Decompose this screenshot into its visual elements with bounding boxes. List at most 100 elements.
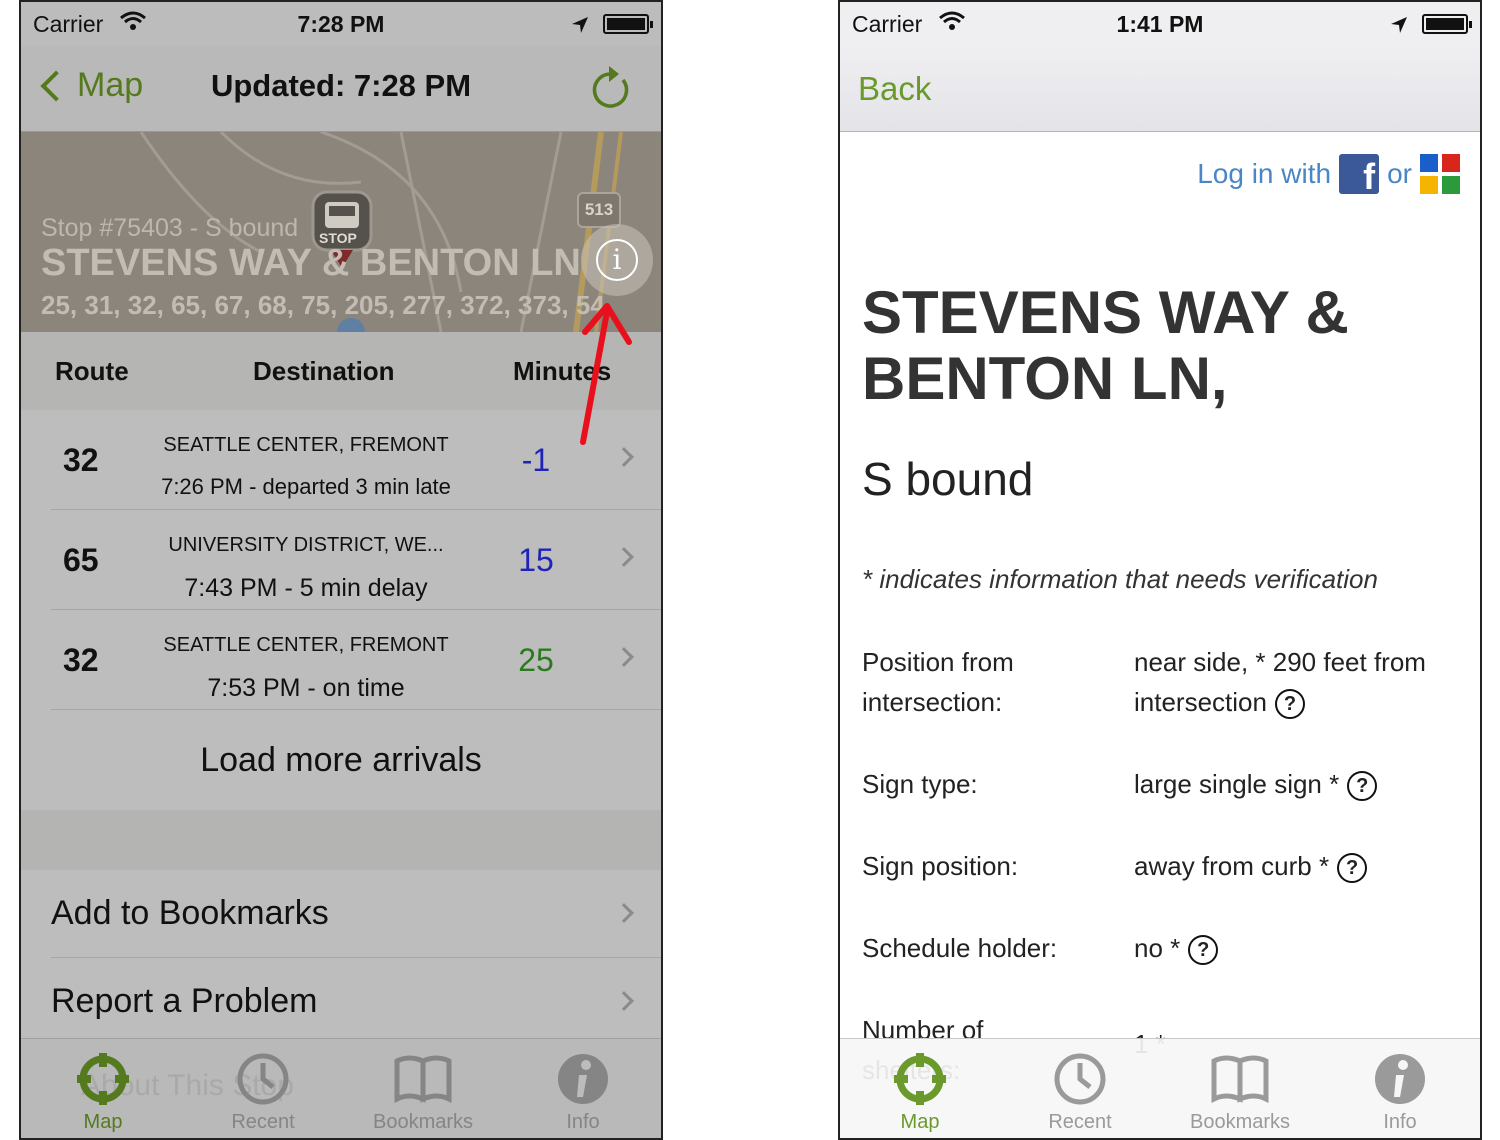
navigation-bar: Back xyxy=(840,46,1480,132)
property-value: no *? xyxy=(1134,928,1464,968)
tab-info-label: Info xyxy=(1383,1111,1417,1133)
verification-note: * indicates information that needs verif… xyxy=(862,564,1378,594)
load-more-arrivals-button[interactable]: Load more arrivals xyxy=(21,710,661,810)
arrival-row[interactable]: 32 SEATTLE CENTER, FREMONT 7:26 PM - dep… xyxy=(51,410,661,510)
info-icon xyxy=(558,1054,608,1104)
arrival-time: 7:26 PM - departed 3 min late xyxy=(161,474,451,499)
page-title: Updated: 7:28 PM xyxy=(210,68,472,103)
left-phone-screen: Carrier 7:28 PM Map Updated: 7:28 PM 513… xyxy=(19,0,663,1140)
add-to-bookmarks-item[interactable]: Add to Bookmarks xyxy=(21,870,661,958)
property-value: near side, * 290 feet from intersection? xyxy=(1134,642,1464,722)
google-login-icon[interactable] xyxy=(1420,154,1460,194)
help-icon[interactable]: ? xyxy=(1188,935,1219,966)
tab-recent[interactable]: Recent xyxy=(1000,1039,1160,1138)
stop-name: STEVENS WAY & BENTON LN xyxy=(41,242,581,284)
property-value-text: large single sign * xyxy=(1134,769,1340,799)
chevron-right-icon xyxy=(614,547,634,567)
facebook-login-icon[interactable]: f xyxy=(1339,154,1380,194)
section-gap xyxy=(21,810,661,870)
tab-bookmarks[interactable]: Bookmarks xyxy=(1160,1039,1320,1138)
battery-icon xyxy=(1422,14,1472,34)
chevron-right-icon xyxy=(614,903,634,923)
arrivals-list: 32 SEATTLE CENTER, FREMONT 7:26 PM - dep… xyxy=(21,410,661,710)
tab-info-label: Info xyxy=(566,1111,600,1133)
stop-id-label: Stop #75403 - S bound xyxy=(41,214,299,242)
stop-map[interactable]: 513 STOP Stop #75403 - S bound STEVENS W… xyxy=(21,132,661,332)
property-value: large single sign *? xyxy=(1134,764,1464,804)
arrival-route: 32 xyxy=(63,442,99,478)
property-label: Position from intersection: xyxy=(862,647,1014,717)
arrival-row[interactable]: 65 UNIVERSITY DISTRICT, WE... 7:43 PM - … xyxy=(51,510,661,610)
arrival-route: 65 xyxy=(63,542,99,578)
info-icon xyxy=(1375,1054,1425,1104)
status-bar: Carrier 1:41 PM xyxy=(840,2,1480,46)
status-time: 7:28 PM xyxy=(297,11,385,37)
tab-bar: Map Recent Bookmarks Info xyxy=(840,1038,1480,1138)
chevron-right-icon xyxy=(614,991,634,1011)
property-label: Sign type: xyxy=(862,769,978,799)
book-icon xyxy=(394,1055,452,1104)
tab-bar: About This Stop Map Recent Bookmarks Inf… xyxy=(21,1038,661,1138)
tab-bookmarks-label: Bookmarks xyxy=(1189,1111,1291,1133)
stop-title: STEVENS WAY & BENTON LN, xyxy=(862,279,1349,412)
status-bar: Carrier 7:28 PM xyxy=(21,2,661,46)
tab-map-label: Map xyxy=(83,1111,123,1133)
report-problem-item[interactable]: Report a Problem xyxy=(21,958,661,1046)
property-value-text: no * xyxy=(1134,933,1181,963)
arrival-route: 32 xyxy=(63,642,99,678)
property-value: away from curb *? xyxy=(1134,846,1464,886)
tab-recent-label: Recent xyxy=(231,1111,295,1133)
right-phone-screen: Carrier 1:41 PM Back Log in with f or ST… xyxy=(838,0,1482,1140)
tab-info[interactable]: Info xyxy=(503,1039,661,1138)
refresh-icon[interactable] xyxy=(589,64,633,117)
tab-recent-label: Recent xyxy=(1048,1111,1112,1133)
destination-column-label: Destination xyxy=(253,356,395,386)
login-links: Log in with f or xyxy=(1197,154,1460,194)
arrival-destination: SEATTLE CENTER, FREMONT xyxy=(163,634,449,656)
login-or: or xyxy=(1387,158,1412,189)
stop-routes: 25, 31, 32, 65, 67, 68, 75, 205, 277, 37… xyxy=(41,290,605,320)
arrival-destination: UNIVERSITY DISTRICT, WE... xyxy=(168,534,444,556)
arrivals-column-header: Route Destination Minutes xyxy=(21,332,661,410)
arrival-row[interactable]: 32 SEATTLE CENTER, FREMONT 7:53 PM - on … xyxy=(51,610,661,710)
property-label: Schedule holder: xyxy=(862,933,1058,963)
arrival-minutes: -1 xyxy=(521,442,551,478)
red-annotation-arrow xyxy=(580,303,632,445)
map-crosshair-icon xyxy=(894,1053,946,1105)
clock-icon xyxy=(237,1053,289,1105)
clock-icon xyxy=(1054,1053,1106,1105)
tab-recent[interactable]: Recent xyxy=(183,1039,343,1138)
tab-bookmarks[interactable]: Bookmarks xyxy=(343,1039,503,1138)
arrival-time: 7:53 PM - on time xyxy=(207,674,405,702)
route-column-label: Route xyxy=(55,356,129,386)
report-problem-label: Report a Problem xyxy=(51,982,318,1020)
tab-map[interactable]: Map xyxy=(840,1039,1000,1138)
property-label: Sign position: xyxy=(862,851,1019,881)
login-prefix: Log in with xyxy=(1197,158,1332,189)
location-arrow-icon xyxy=(571,13,589,40)
tab-map[interactable]: Map xyxy=(23,1039,183,1138)
help-icon[interactable]: ? xyxy=(1337,853,1368,884)
add-to-bookmarks-label: Add to Bookmarks xyxy=(51,894,329,932)
help-icon[interactable]: ? xyxy=(1347,771,1378,802)
route-badge-icon: 513 xyxy=(577,192,621,228)
navigation-bar: Map Updated: 7:28 PM xyxy=(21,46,661,132)
help-icon[interactable]: ? xyxy=(1274,689,1305,720)
arrival-minutes: 25 xyxy=(518,642,554,678)
arrival-destination: SEATTLE CENTER, FREMONT xyxy=(163,434,449,456)
book-icon xyxy=(1211,1055,1269,1104)
back-button[interactable]: Back xyxy=(858,70,931,108)
property-value-text: away from curb * xyxy=(1134,851,1330,881)
tab-map-label: Map xyxy=(900,1111,940,1133)
stop-info-button[interactable]: i xyxy=(581,224,653,296)
location-arrow-icon xyxy=(1390,13,1408,40)
chevron-right-icon xyxy=(614,647,634,667)
status-time: 1:41 PM xyxy=(1116,11,1204,37)
tab-info[interactable]: Info xyxy=(1320,1039,1480,1138)
arrival-minutes: 15 xyxy=(518,542,554,578)
battery-icon xyxy=(603,14,653,34)
info-circle-icon: i xyxy=(596,239,638,281)
arrival-time: 7:43 PM - 5 min delay xyxy=(184,574,428,602)
map-crosshair-icon xyxy=(77,1053,129,1105)
tab-bookmarks-label: Bookmarks xyxy=(372,1111,474,1133)
